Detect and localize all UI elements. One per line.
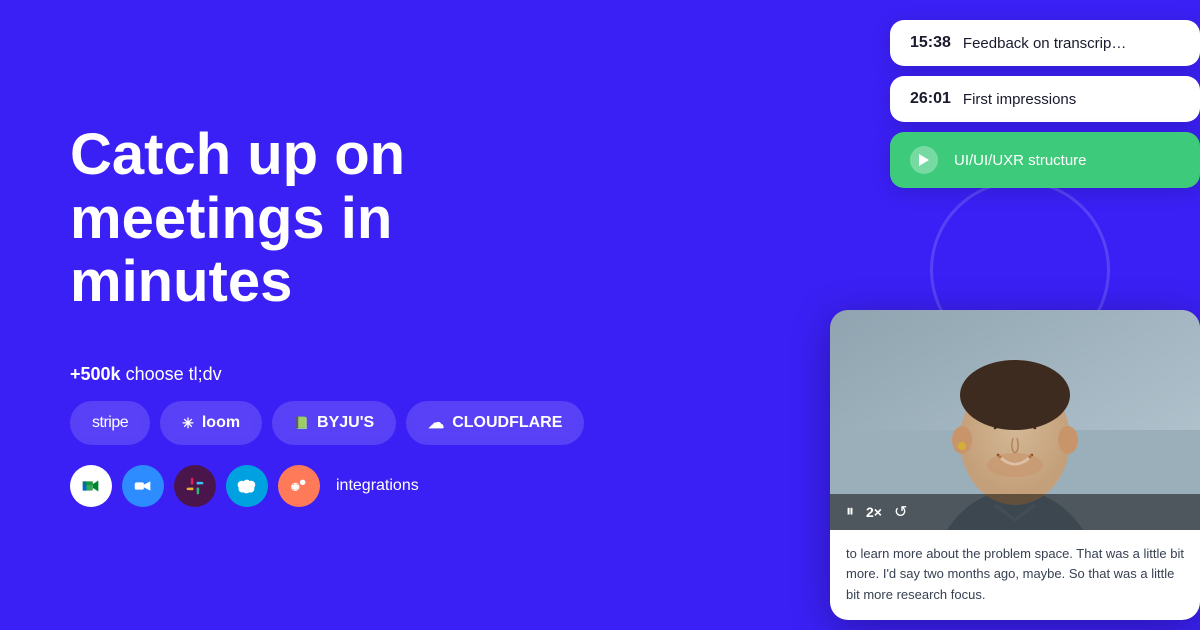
left-panel: Catch up onmeetings in minutes +500k cho… [0, 0, 780, 630]
icon-slack [174, 465, 216, 507]
play-icon [910, 146, 938, 174]
social-proof-section: +500k choose tl;dv stripe ✳ loom 📗 BYJU'… [70, 364, 780, 507]
speed-badge[interactable]: 2× [866, 504, 882, 520]
user-count: +500k [70, 364, 121, 384]
integration-row: integrations [70, 465, 780, 507]
icon-zoom [122, 465, 164, 507]
cloudflare-label: CLOUDFLARE [452, 414, 562, 432]
video-controls: ⏸ 2× ↺ [830, 494, 1200, 530]
transcript-card-1[interactable]: 15:38 Feedback on transcrip… [890, 20, 1200, 66]
pause-button[interactable]: ⏸ [846, 503, 854, 521]
icon-hubspot [278, 465, 320, 507]
transcript-time-2: 26:01 [910, 90, 951, 108]
video-card: ⏸ 2× ↺ to learn more about the problem s… [830, 310, 1200, 620]
transcript-cards: 15:38 Feedback on transcrip… 26:01 First… [890, 20, 1200, 188]
transcript-card-2[interactable]: 26:01 First impressions [890, 76, 1200, 122]
video-thumbnail: ⏸ 2× ↺ [830, 310, 1200, 530]
right-panel: 15:38 Feedback on transcrip… 26:01 First… [780, 0, 1200, 630]
integrations-label: integrations [336, 477, 419, 495]
brand-byjus: 📗 BYJU'S [272, 401, 396, 445]
headline: Catch up onmeetings in minutes [70, 123, 550, 314]
transcript-title-2: First impressions [963, 91, 1076, 108]
byjus-icon: 📗 [294, 416, 309, 430]
brand-loom: ✳ loom [160, 401, 262, 445]
icon-salesforce [226, 465, 268, 507]
transcript-card-3-active[interactable]: UI/UI/UXR structure [890, 132, 1200, 188]
byjus-label: BYJU'S [317, 414, 374, 432]
stripe-label: stripe [92, 414, 128, 432]
transcript-text: to learn more about the problem space. T… [846, 544, 1184, 606]
main-container: Catch up onmeetings in minutes +500k cho… [0, 0, 1200, 630]
icon-google-meet [70, 465, 112, 507]
loom-label: loom [202, 414, 240, 432]
transcript-text-box: to learn more about the problem space. T… [830, 530, 1200, 620]
brand-stripe: stripe [70, 401, 150, 445]
rewind-button[interactable]: ↺ [894, 502, 907, 522]
social-proof-text: +500k choose tl;dv [70, 364, 780, 385]
transcript-title-3: UI/UI/UXR structure [954, 152, 1087, 169]
social-proof-suffix: choose tl;dv [121, 364, 222, 384]
brand-cloudflare: ☁ CLOUDFLARE [406, 401, 584, 445]
cloudflare-icon: ☁ [428, 413, 444, 433]
transcript-title-1: Feedback on transcrip… [963, 35, 1126, 52]
transcript-time-1: 15:38 [910, 34, 951, 52]
loom-icon: ✳ [182, 415, 194, 432]
brand-pills: stripe ✳ loom 📗 BYJU'S ☁ CLOUDFLARE [70, 401, 780, 445]
